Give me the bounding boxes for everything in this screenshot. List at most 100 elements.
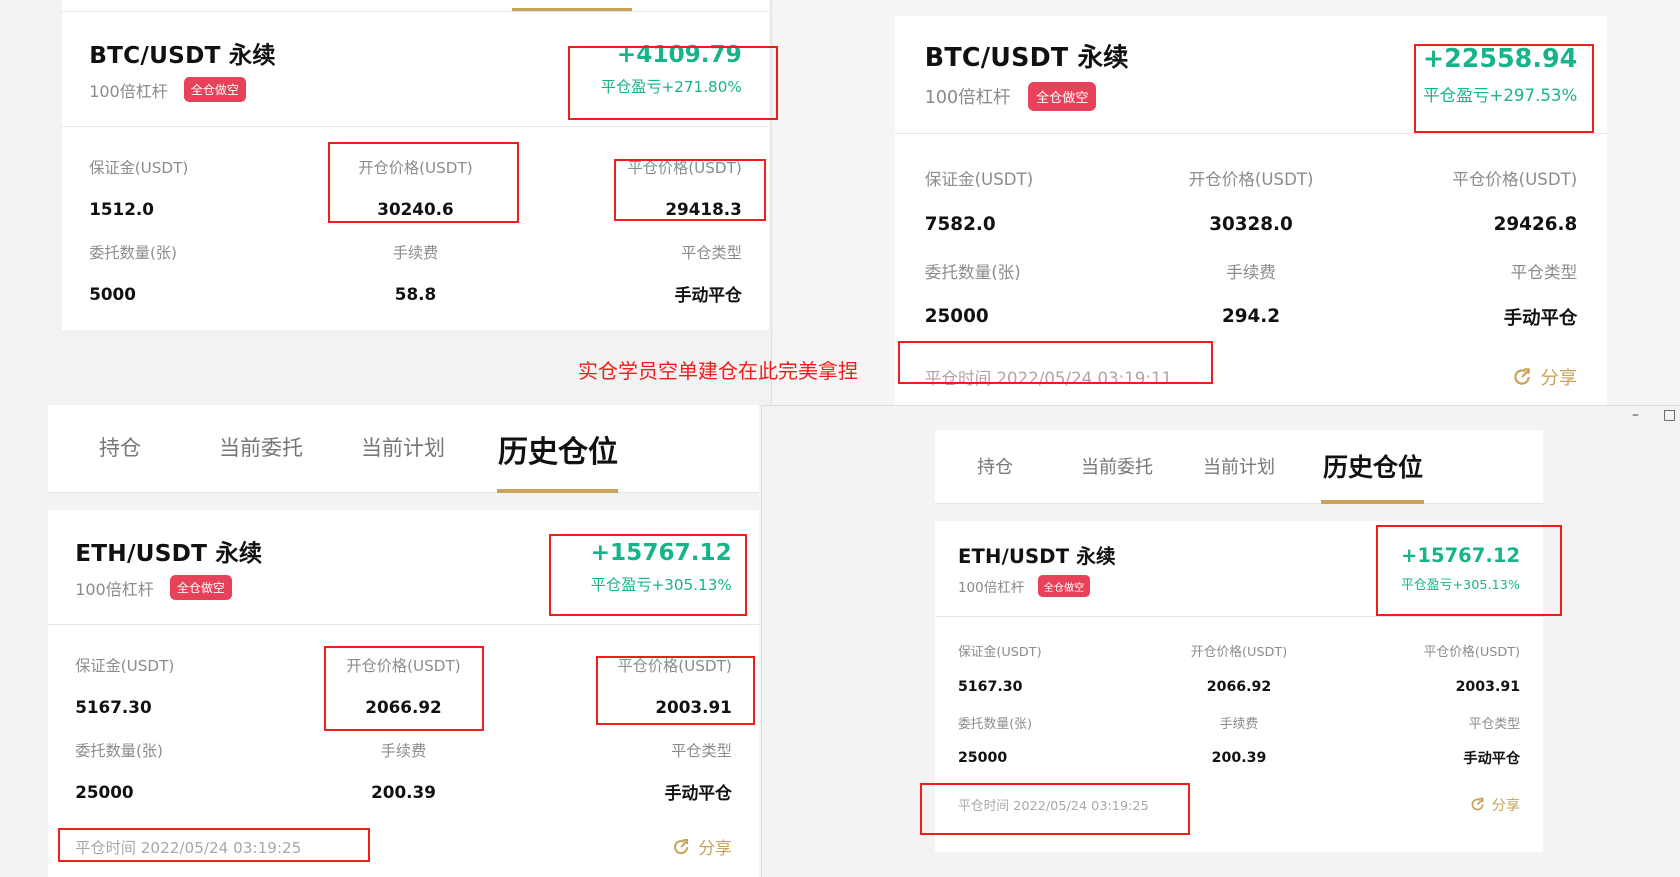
field-label: 开仓价格(USDT)	[358, 158, 473, 177]
share-label: 分享	[1491, 797, 1521, 814]
field-label: 手续费	[1219, 716, 1259, 732]
card-footer: 平仓时间 2022/05/24 03:19:25 分享	[935, 778, 1543, 832]
share-label: 分享	[698, 838, 732, 859]
card-btc-2: BTC/USDT 永续 100倍杠杆 全仓做空 +22558.94 平仓盈亏+2…	[895, 16, 1607, 405]
minimize-button[interactable]: –	[1632, 407, 1639, 423]
field-value: 30328.0	[1209, 213, 1293, 235]
pnl-value: +15767.12	[1400, 544, 1521, 568]
field-label: 平仓类型	[1468, 716, 1521, 732]
field-value: 5000	[89, 284, 136, 305]
position-details: 保证金(USDT) 开仓价格(USDT) 平仓价格(USDT) 5167.30 …	[935, 617, 1543, 778]
pnl-percent: 平仓盈亏+305.13%	[590, 576, 732, 595]
field-label: 手续费	[380, 741, 427, 760]
field-value: 5167.30	[957, 678, 1023, 695]
field-label: 平仓类型	[1510, 262, 1578, 282]
field-value: 25000	[957, 750, 1008, 767]
pnl-value: +22558.94	[1422, 43, 1578, 74]
contract-title: BTC/USDT 永续	[89, 41, 276, 69]
field-label: 手续费	[392, 243, 439, 262]
tab-open-orders[interactable]: 当前委托	[219, 432, 303, 462]
share-button[interactable]: 分享	[1469, 795, 1520, 815]
field-label: 手续费	[1226, 262, 1276, 282]
field-value: 2066.92	[1206, 678, 1272, 695]
maximize-button[interactable]: □	[1663, 407, 1676, 423]
field-value: 1512.0	[89, 199, 154, 220]
share-icon	[1514, 368, 1530, 385]
pnl-percent: 平仓盈亏+305.13%	[1401, 577, 1521, 593]
tab-history[interactable]: 历史仓位	[498, 427, 618, 471]
field-label: 平仓类型	[681, 243, 742, 262]
position-badge: 全仓做空	[1028, 82, 1097, 111]
field-label: 平仓类型	[671, 741, 732, 760]
close-time: 平仓时间 2022/05/24 03:19:11	[924, 369, 1173, 389]
tab-bar-remnant	[62, 0, 769, 12]
field-value: 2003.91	[655, 697, 732, 718]
share-icon	[674, 839, 689, 855]
field-label: 开仓价格(USDT)	[1188, 169, 1314, 189]
field-label: 平仓价格(USDT)	[1423, 645, 1521, 661]
position-details: 保证金(USDT) 开仓价格(USDT) 平仓价格(USDT) 1512.0 3…	[62, 127, 769, 317]
field-value: 手动平仓	[1503, 307, 1578, 329]
share-icon	[1471, 797, 1484, 811]
tab-positions[interactable]: 持仓	[99, 432, 141, 462]
field-label: 平仓价格(USDT)	[1452, 169, 1578, 189]
card-eth-2: ETH/USDT 永续 100倍杠杆 全仓做空 +15767.12 平仓盈亏+3…	[935, 521, 1543, 852]
position-card: ETH/USDT 永续 100倍杠杆 全仓做空 +15767.12 平仓盈亏+3…	[935, 521, 1543, 852]
field-label: 平仓价格(USDT)	[627, 158, 742, 177]
field-value: 294.2	[1221, 306, 1281, 328]
field-label: 委托数量(张)	[89, 243, 177, 262]
field-label: 委托数量(张)	[924, 262, 1021, 282]
card-footer: 平仓时间 2022/05/24 03:19:11 分享	[895, 342, 1607, 405]
tab-plans[interactable]: 当前计划	[361, 432, 445, 462]
position-card: BTC/USDT 永续 100倍杠杆 全仓做空 +22558.94 平仓盈亏+2…	[895, 16, 1607, 405]
contract-title: ETH/USDT 永续	[957, 544, 1116, 568]
tab-bar-left: 持仓 当前委托 当前计划 历史仓位	[48, 405, 759, 493]
leverage-label: 100倍杠杆	[957, 580, 1025, 597]
position-badge: 全仓做空	[183, 76, 247, 103]
card-header: ETH/USDT 永续 100倍杠杆 全仓做空 +15767.12 平仓盈亏+3…	[48, 510, 759, 625]
field-value: 58.8	[394, 284, 437, 305]
pnl-percent: 平仓盈亏+297.53%	[1422, 85, 1578, 105]
field-label: 保证金(USDT)	[75, 656, 175, 675]
position-details: 保证金(USDT) 开仓价格(USDT) 平仓价格(USDT) 7582.0 3…	[895, 134, 1607, 342]
field-label: 保证金(USDT)	[89, 158, 189, 177]
leverage-label: 100倍杠杆	[75, 579, 154, 599]
field-value: 手动平仓	[664, 783, 732, 804]
card-eth-1: ETH/USDT 永续 100倍杠杆 全仓做空 +15767.12 平仓盈亏+3…	[48, 510, 759, 877]
active-tab-underline	[497, 489, 618, 493]
position-badge: 全仓做空	[1037, 575, 1091, 598]
share-button[interactable]: 分享	[1511, 364, 1577, 390]
share-button[interactable]: 分享	[671, 835, 732, 859]
position-details: 保证金(USDT) 开仓价格(USDT) 平仓价格(USDT) 5167.30 …	[48, 625, 759, 815]
share-label: 分享	[1540, 368, 1578, 390]
field-value: 手动平仓	[1463, 751, 1521, 768]
pnl-value: +4109.79	[616, 40, 742, 68]
card-header: BTC/USDT 永续 100倍杠杆 全仓做空 +22558.94 平仓盈亏+2…	[895, 16, 1607, 134]
tab-bar-right: 持仓 当前委托 当前计划 历史仓位	[935, 430, 1543, 504]
field-label: 保证金(USDT)	[924, 169, 1034, 189]
field-label: 委托数量(张)	[75, 741, 163, 760]
field-label: 开仓价格(USDT)	[346, 656, 461, 675]
tab-positions[interactable]: 持仓	[977, 453, 1013, 479]
leverage-label: 100倍杠杆	[924, 87, 1011, 108]
active-tab-underline	[1321, 500, 1424, 504]
position-card: BTC/USDT 永续 100倍杠杆 全仓做空 +4109.79 平仓盈亏+27…	[62, 12, 769, 330]
position-badge: 全仓做空	[169, 574, 233, 601]
annotation-text: 实仓学员空单建仓在此完美拿捏	[578, 359, 858, 383]
field-value: 2003.91	[1455, 678, 1521, 695]
leverage-label: 100倍杠杆	[89, 81, 168, 101]
field-value: 7582.0	[924, 213, 996, 235]
field-value: 2066.92	[365, 697, 442, 718]
pnl-value: +15767.12	[590, 538, 732, 566]
tab-history[interactable]: 历史仓位	[1323, 448, 1423, 484]
tab-open-orders[interactable]: 当前委托	[1081, 453, 1153, 479]
card-footer: 平仓时间 2022/05/24 03:19:25 分享	[48, 815, 759, 877]
field-value: 200.39	[371, 782, 436, 803]
field-label: 保证金(USDT)	[957, 645, 1042, 661]
position-card: ETH/USDT 永续 100倍杠杆 全仓做空 +15767.12 平仓盈亏+3…	[48, 510, 759, 877]
tab-plans[interactable]: 当前计划	[1203, 453, 1275, 479]
field-value: 30240.6	[377, 199, 454, 220]
field-label: 开仓价格(USDT)	[1190, 645, 1288, 661]
close-time: 平仓时间 2022/05/24 03:19:25	[957, 799, 1149, 815]
contract-title: BTC/USDT 永续	[924, 42, 1129, 73]
